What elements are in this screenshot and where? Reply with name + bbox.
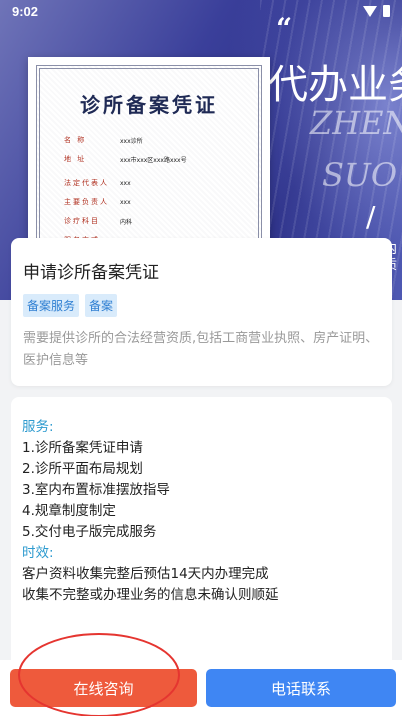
certificate-image: 诊所备案凭证 名 称 xxx诊所 地 址 xxx市xxx区xxx路xxx号 法定… bbox=[28, 57, 270, 257]
service-item: 4.规章制度制定 bbox=[22, 503, 116, 519]
hero-english-line1: ZHEN bbox=[310, 104, 402, 142]
wifi-icon bbox=[363, 5, 377, 17]
certificate-value: 内科 bbox=[120, 218, 133, 226]
certificate-value: xxx诊所 bbox=[120, 137, 143, 145]
phone-contact-button[interactable]: 电话联系 bbox=[206, 669, 396, 707]
certificate-title: 诊所备案凭证 bbox=[80, 93, 218, 117]
certificate-frame: 诊所备案凭证 名 称 xxx诊所 地 址 xxx市xxx区xxx路xxx号 法定… bbox=[36, 65, 262, 249]
certificate-value: xxx bbox=[120, 198, 131, 206]
status-time: 9:02 bbox=[12, 4, 39, 19]
certificate-label: 主要负责人 bbox=[64, 198, 109, 206]
service-description: 需要提供诊所的合法经营资质,包括工商营业执照、房产证明、医护信息等 bbox=[23, 331, 379, 368]
timing-item: 收集不完整或办理业务的信息未确认则顺延 bbox=[22, 587, 279, 603]
bottom-action-bar: 在线咨询 电话联系 bbox=[0, 660, 402, 716]
battery-icon bbox=[383, 5, 390, 17]
certificate-value: xxx bbox=[120, 179, 131, 187]
certificate-row: 主要负责人 xxx bbox=[64, 194, 258, 210]
service-tag: 备案 bbox=[85, 294, 118, 317]
slash-icon: / bbox=[366, 200, 376, 233]
service-info-card: 申请诊所备案凭证 备案服务 备案 需要提供诊所的合法经营资质,包括工商营业执照、… bbox=[11, 238, 392, 386]
status-icons bbox=[363, 5, 390, 17]
service-tag: 备案服务 bbox=[23, 294, 80, 317]
timing-heading: 时效: bbox=[22, 545, 54, 561]
service-detail-card: 服务: 1.诊所备案凭证申请 2.诊所平面布局规划 3.室内布置标准摆放指导 4… bbox=[11, 397, 392, 697]
service-item: 2.诊所平面布局规划 bbox=[22, 461, 143, 477]
hero-english-line2: SUO bbox=[322, 156, 398, 194]
quote-mark-icon: “ bbox=[276, 12, 292, 45]
service-item: 5.交付电子版完成服务 bbox=[22, 524, 157, 540]
certificate-row: 名 称 xxx诊所 bbox=[64, 132, 258, 148]
certificate-label: 法定代表人 bbox=[64, 179, 109, 187]
online-consult-button[interactable]: 在线咨询 bbox=[10, 669, 197, 707]
certificate-value: xxx市xxx区xxx路xxx号 bbox=[120, 156, 187, 164]
certificate-label: 诊疗科目 bbox=[64, 217, 100, 225]
service-title: 申请诊所备案凭证 bbox=[23, 263, 159, 283]
certificate-label: 名 称 bbox=[64, 136, 87, 144]
services-heading: 服务: bbox=[22, 419, 54, 435]
certificate-row: 法定代表人 xxx bbox=[64, 175, 258, 191]
service-item: 1.诊所备案凭证申请 bbox=[22, 440, 143, 456]
certificate-label: 地 址 bbox=[64, 155, 87, 163]
hero-slogan: 代办业务 bbox=[268, 62, 402, 108]
service-item: 3.室内布置标准摆放指导 bbox=[22, 482, 170, 498]
timing-item: 客户资料收集完整后预估14天内办理完成 bbox=[22, 566, 269, 582]
certificate-row: 诊疗科目 内科 bbox=[64, 213, 258, 229]
certificate-row: 地 址 xxx市xxx区xxx路xxx号 bbox=[64, 151, 258, 167]
service-tags: 备案服务 备案 bbox=[23, 294, 380, 317]
